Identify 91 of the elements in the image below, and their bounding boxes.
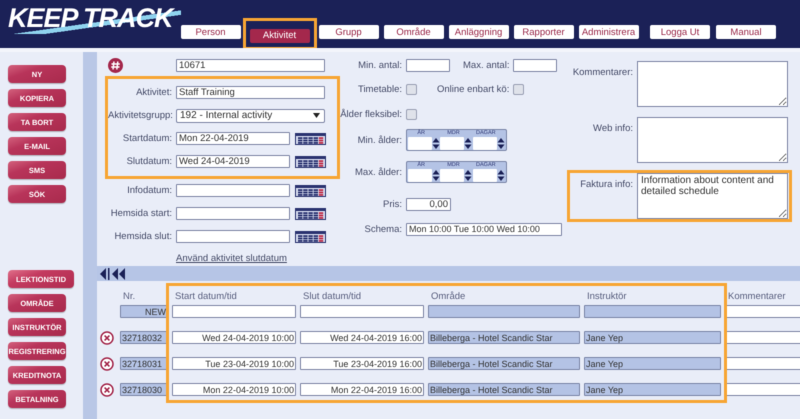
field-label: Min. ålder: — [356, 134, 402, 146]
nav-tab[interactable]: Person — [180, 25, 241, 39]
field-label: Aktivitet: — [135, 87, 172, 98]
calendar-icon[interactable] — [295, 208, 326, 220]
caret-icon — [313, 113, 320, 118]
date-field[interactable] — [176, 184, 290, 197]
row-number-field[interactable]: 32718030 — [120, 383, 168, 396]
area-field[interactable]: Billeberga - Hotel Scandic Star — [428, 357, 580, 370]
hash-icon — [108, 58, 123, 73]
date-time-field[interactable]: Tue 23-04-2019 16:00 — [300, 357, 424, 370]
date-time-field[interactable]: Mon 22-04-2019 10:00 — [172, 383, 296, 396]
age-field[interactable] — [440, 137, 464, 150]
nav-tab[interactable]: Rapporter — [514, 25, 574, 39]
column-header: Instruktör — [586, 291, 628, 302]
field-label: Max. ålder: — [354, 166, 402, 178]
notes-field[interactable] — [637, 117, 788, 163]
calendar-icon[interactable] — [295, 132, 326, 144]
nav-tab[interactable]: Aktivitet — [250, 28, 310, 42]
date-field[interactable]: Wed 24-04-2019 — [176, 155, 290, 168]
field-label: Slutdatum: — [126, 156, 172, 167]
nav-tab[interactable]: Anläggning — [448, 25, 509, 39]
calendar-icon[interactable] — [295, 230, 326, 242]
date-time-field[interactable]: Tue 23-04-2019 10:00 — [172, 357, 296, 370]
group-select[interactable]: 192 - Internal activity — [176, 108, 325, 122]
age-field[interactable] — [408, 169, 432, 182]
nav-tab[interactable]: Administrera — [578, 25, 639, 39]
column-header: Start datum/tid — [174, 291, 238, 302]
count-field[interactable] — [513, 58, 558, 72]
link[interactable]: Använd aktivitet slutdatum — [176, 253, 287, 264]
date-field[interactable]: Mon 22-04-2019 — [176, 132, 290, 145]
field-label: Online enbart kö: — [437, 84, 510, 94]
row-number-field[interactable]: NEW — [120, 305, 168, 318]
double-arrow-icon[interactable] — [112, 268, 126, 280]
date-time-field[interactable] — [300, 305, 424, 318]
field-label: Kommentarer: — [572, 66, 633, 78]
checkbox[interactable] — [513, 84, 524, 94]
notes-field[interactable] — [637, 61, 788, 107]
price-field[interactable]: 0,00 — [406, 198, 451, 210]
column-header: Kommentarer — [727, 291, 787, 302]
field-label: Web info: — [592, 122, 633, 134]
instructor-field[interactable]: Jane Yep — [584, 331, 721, 344]
field-label: Min. antal: — [357, 60, 402, 70]
schedule-field[interactable]: Mon 10:00 Tue 10:00 Wed 10:00 — [406, 222, 562, 236]
column-header: Slut datum/tid — [302, 291, 362, 302]
row-number-field[interactable]: 32718031 — [120, 357, 168, 370]
calendar-icon[interactable] — [295, 156, 326, 168]
field-label: Pris: — [382, 198, 402, 210]
count-field[interactable] — [406, 58, 450, 72]
field-label: Hemsida start: — [110, 208, 172, 219]
field-label: Hemsida slut: — [113, 231, 172, 242]
area-field[interactable]: Billeberga - Hotel Scandic Star — [428, 383, 580, 396]
calendar-icon[interactable] — [295, 184, 326, 196]
date-time-field[interactable]: Wed 24-04-2019 10:00 — [172, 331, 296, 344]
skip-back-icon[interactable] — [100, 268, 110, 280]
checkbox[interactable] — [406, 84, 417, 94]
field-label: Schema: — [364, 224, 402, 234]
age-field[interactable] — [440, 169, 464, 182]
checkbox[interactable] — [406, 108, 417, 120]
row-number-field[interactable]: 32718032 — [120, 331, 168, 344]
instructor-field[interactable]: Jane Yep — [584, 383, 721, 396]
date-time-field[interactable]: Mon 22-04-2019 16:00 — [300, 383, 424, 396]
field-label: Faktura info: — [579, 178, 633, 190]
date-time-field[interactable] — [172, 305, 296, 318]
text-field[interactable]: Staff Training — [176, 86, 325, 99]
field-label: Ålder fleksibel: — [340, 108, 402, 120]
delete-icon[interactable] — [100, 331, 114, 345]
delete-icon[interactable] — [100, 383, 114, 397]
date-time-field[interactable]: Wed 24-04-2019 16:00 — [300, 331, 424, 344]
nav-tab[interactable]: Område — [384, 25, 444, 39]
age-field[interactable] — [408, 137, 432, 150]
delete-icon[interactable] — [100, 357, 114, 371]
date-field[interactable] — [176, 230, 290, 243]
notes-field[interactable]: Information about content and detailed schedule — [637, 173, 788, 219]
column-header: Nr. — [122, 291, 136, 302]
nav-tab[interactable]: Grupp — [318, 25, 379, 39]
instructor-field[interactable]: Jane Yep — [584, 357, 721, 370]
age-field[interactable] — [472, 137, 497, 150]
number-field[interactable]: 10671 — [176, 59, 325, 72]
nav-button[interactable]: Manual — [716, 25, 776, 39]
age-field[interactable] — [472, 169, 497, 182]
date-field[interactable] — [176, 207, 290, 220]
field-label: Startdatum: — [122, 133, 172, 144]
area-field[interactable]: Billeberga - Hotel Scandic Star — [428, 331, 580, 344]
nav-button[interactable]: Logga Ut — [650, 25, 710, 39]
instructor-field[interactable] — [584, 305, 721, 318]
field-label: Aktivitetsgrupp: — [108, 110, 172, 121]
area-field[interactable] — [428, 305, 580, 318]
field-label: Timetable: — [357, 84, 402, 94]
column-header: Område — [430, 291, 466, 302]
field-label: Infodatum: — [126, 185, 172, 196]
field-label: Max. antal: — [463, 60, 510, 70]
